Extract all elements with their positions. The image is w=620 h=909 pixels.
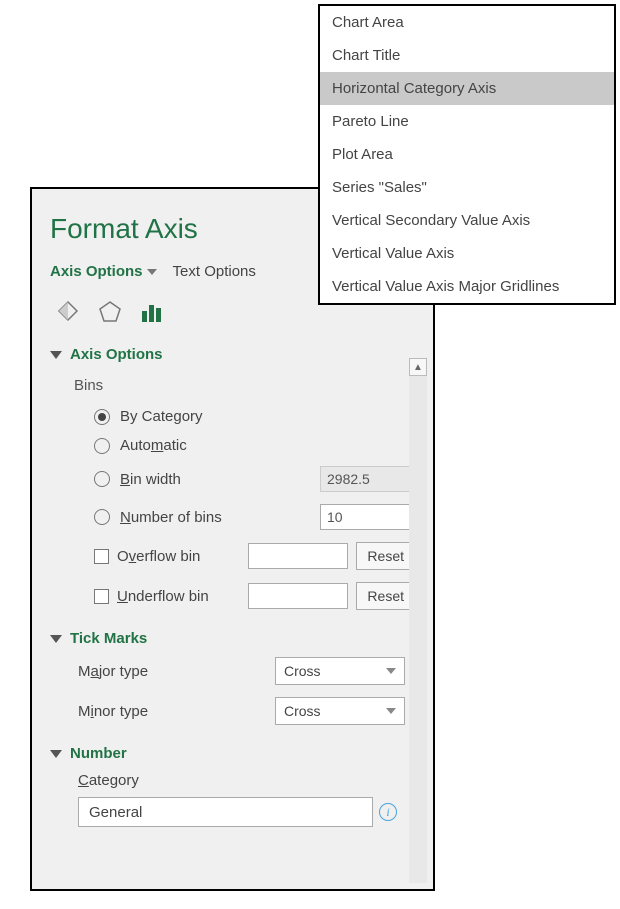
number-bins-input[interactable] xyxy=(320,504,415,530)
bins-label: Bins xyxy=(50,367,415,402)
radio-by-category-row[interactable]: By Category xyxy=(50,402,415,431)
radio-number-bins-row[interactable]: Number of bins xyxy=(50,498,415,536)
radio-bin-width-label: Bin width xyxy=(120,471,310,488)
radio-by-category[interactable] xyxy=(94,409,110,425)
radio-automatic-row[interactable]: Automatic xyxy=(50,431,415,460)
axis-options-icon[interactable] xyxy=(138,298,166,326)
underflow-input[interactable] xyxy=(248,583,348,609)
dropdown-item-chart-area[interactable]: Chart Area xyxy=(320,6,614,39)
category-label: Category xyxy=(50,766,415,793)
section-number: Number Category General i xyxy=(32,735,433,835)
fill-line-icon[interactable] xyxy=(54,298,82,326)
collapse-icon xyxy=(50,635,62,643)
dropdown-item-plot-area[interactable]: Plot Area xyxy=(320,138,614,171)
scroll-up-button[interactable]: ▲ xyxy=(409,358,427,376)
tab-text-options[interactable]: Text Options xyxy=(173,257,256,286)
dropdown-item-value-axis[interactable]: Vertical Value Axis xyxy=(320,237,614,270)
overflow-reset-button[interactable]: Reset xyxy=(356,542,415,570)
radio-automatic[interactable] xyxy=(94,438,110,454)
radio-number-bins-label: Number of bins xyxy=(120,509,310,526)
major-type-label: Major type xyxy=(78,663,275,680)
bin-width-input[interactable] xyxy=(320,466,415,492)
radio-by-category-label: By Category xyxy=(120,408,203,425)
checkbox-overflow[interactable] xyxy=(94,549,109,564)
effects-icon[interactable] xyxy=(96,298,124,326)
major-type-select[interactable]: Cross xyxy=(275,657,405,685)
major-type-row: Major type Cross xyxy=(50,651,415,691)
info-icon[interactable]: i xyxy=(379,803,397,821)
category-row: General i xyxy=(50,793,415,831)
chevron-down-icon xyxy=(386,668,396,674)
section-header-axis-options[interactable]: Axis Options xyxy=(50,342,415,367)
category-value: General xyxy=(89,804,142,821)
minor-type-select[interactable]: Cross xyxy=(275,697,405,725)
dropdown-item-gridlines[interactable]: Vertical Value Axis Major Gridlines xyxy=(320,270,614,303)
major-type-value: Cross xyxy=(284,663,321,679)
dropdown-item-chart-title[interactable]: Chart Title xyxy=(320,39,614,72)
minor-type-row: Minor type Cross xyxy=(50,691,415,731)
dropdown-item-horizontal-axis[interactable]: Horizontal Category Axis xyxy=(320,72,614,105)
category-select[interactable]: General xyxy=(78,797,373,827)
radio-bin-width[interactable] xyxy=(94,471,110,487)
chevron-down-icon xyxy=(147,269,157,275)
overflow-input[interactable] xyxy=(248,543,348,569)
dropdown-item-pareto-line[interactable]: Pareto Line xyxy=(320,105,614,138)
underflow-label: Underflow bin xyxy=(117,588,240,605)
dropdown-item-secondary-value-axis[interactable]: Vertical Secondary Value Axis xyxy=(320,204,614,237)
section-title-axis-options: Axis Options xyxy=(70,346,163,363)
section-axis-options: Axis Options Bins By Category Automatic … xyxy=(32,336,433,620)
scrollbar-track[interactable] xyxy=(409,376,427,883)
overflow-row: Overflow bin Reset xyxy=(50,536,415,576)
radio-bin-width-row[interactable]: Bin width xyxy=(50,460,415,498)
radio-automatic-label: Automatic xyxy=(120,437,187,454)
collapse-icon xyxy=(50,351,62,359)
section-header-tick-marks[interactable]: Tick Marks xyxy=(50,626,415,651)
overflow-label: Overflow bin xyxy=(117,548,240,565)
minor-type-value: Cross xyxy=(284,703,321,719)
checkbox-underflow[interactable] xyxy=(94,589,109,604)
chart-element-dropdown[interactable]: Chart Area Chart Title Horizontal Catego… xyxy=(318,4,616,305)
section-title-number: Number xyxy=(70,745,127,762)
underflow-reset-button[interactable]: Reset xyxy=(356,582,415,610)
dropdown-item-series[interactable]: Series "Sales" xyxy=(320,171,614,204)
radio-number-bins[interactable] xyxy=(94,509,110,525)
collapse-icon xyxy=(50,750,62,758)
section-tick-marks: Tick Marks Major type Cross Minor type C… xyxy=(32,620,433,735)
tab-axis-options[interactable]: Axis Options xyxy=(50,257,157,286)
minor-type-label: Minor type xyxy=(78,703,275,720)
section-header-number[interactable]: Number xyxy=(50,741,415,766)
section-title-tick-marks: Tick Marks xyxy=(70,630,147,647)
underflow-row: Underflow bin Reset xyxy=(50,576,415,616)
tab-axis-options-label: Axis Options xyxy=(50,263,143,280)
chevron-down-icon xyxy=(386,708,396,714)
